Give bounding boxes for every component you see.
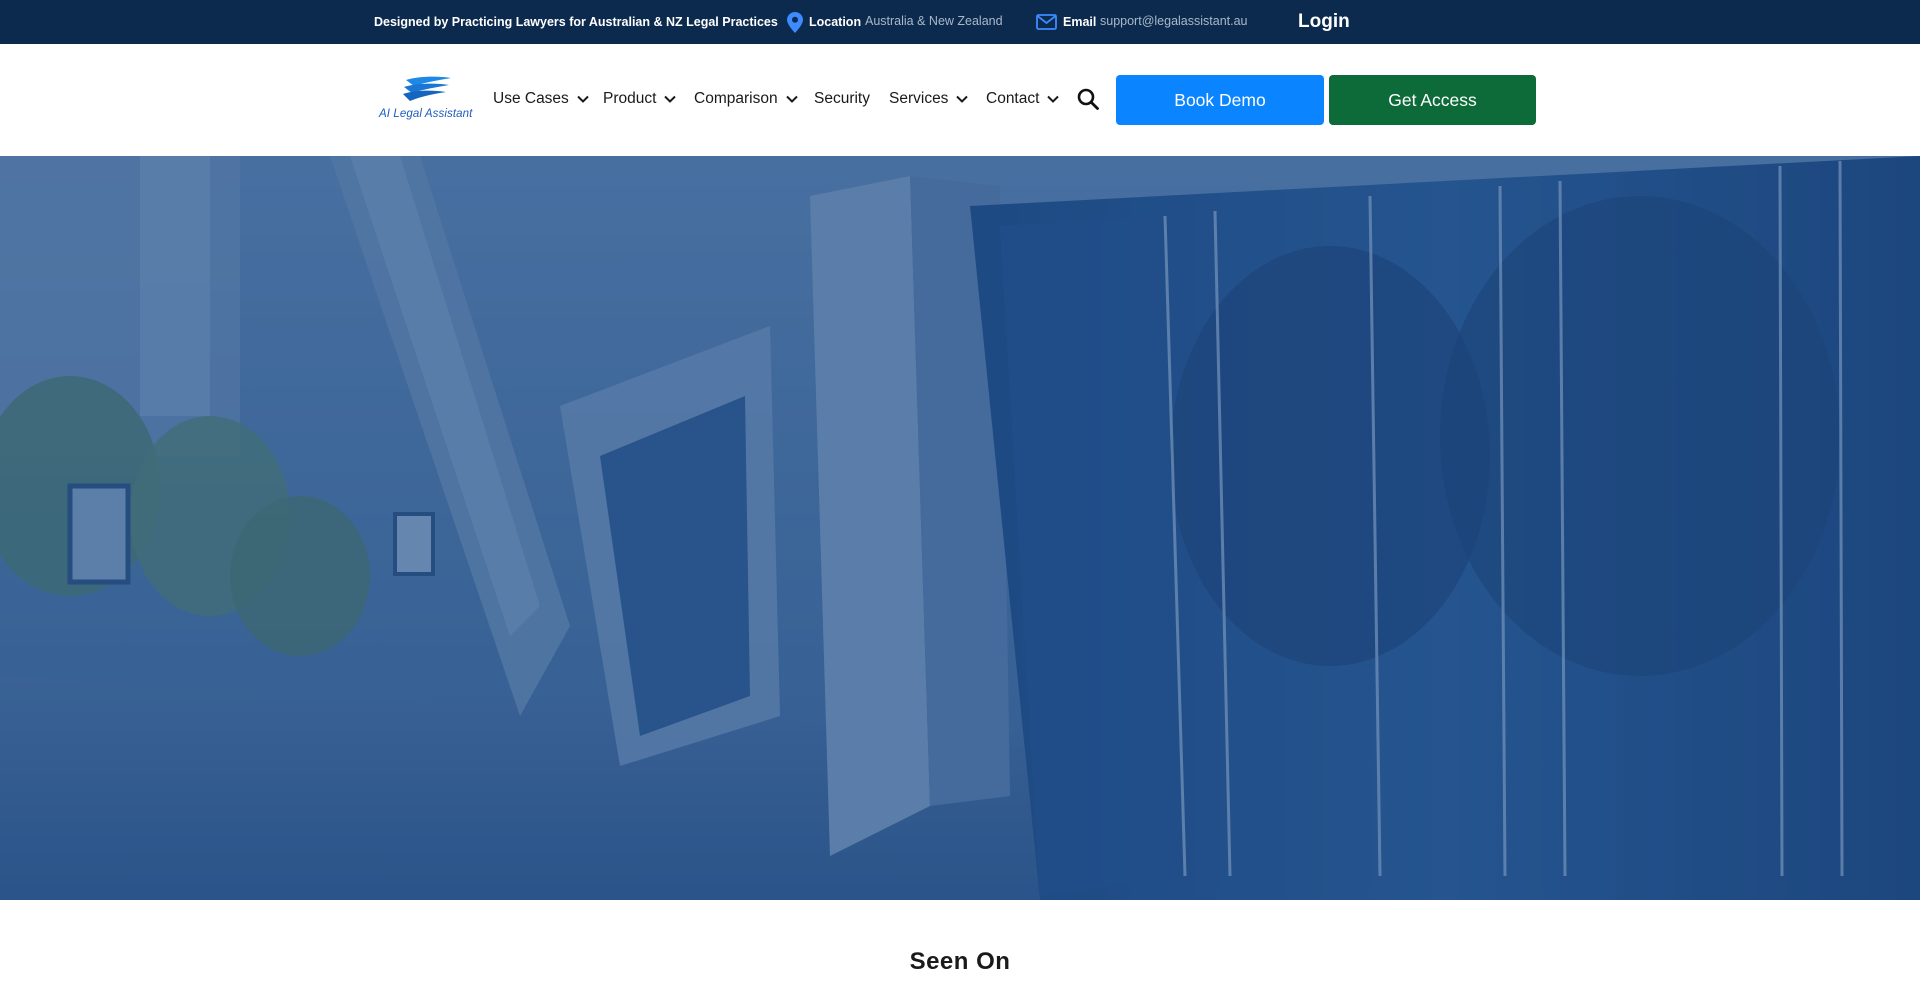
logo[interactable]: AI Legal Assistant bbox=[378, 76, 480, 124]
envelope-icon bbox=[1036, 14, 1057, 30]
nav-contact[interactable]: Contact bbox=[986, 88, 1060, 110]
nav-services[interactable]: Services bbox=[889, 88, 969, 110]
nav-label: Security bbox=[814, 90, 870, 107]
nav-label: Comparison bbox=[694, 90, 778, 107]
nav-label: Product bbox=[603, 90, 657, 107]
nav-label: Use Cases bbox=[493, 90, 569, 107]
email-link[interactable]: support@legalassistant.au bbox=[1100, 14, 1248, 28]
tagline: Designed by Practicing Lawyers for Austr… bbox=[374, 15, 778, 29]
nav-comparison[interactable]: Comparison bbox=[694, 88, 798, 110]
nav-product[interactable]: Product bbox=[603, 88, 677, 110]
chevron-down-icon bbox=[577, 95, 589, 103]
email-title: Email bbox=[1063, 15, 1097, 29]
chevron-down-icon bbox=[1047, 95, 1060, 103]
hero-background-image bbox=[0, 156, 1920, 900]
get-access-button[interactable]: Get Access bbox=[1329, 75, 1536, 125]
login-link[interactable]: Login bbox=[1298, 11, 1350, 33]
chevron-down-icon bbox=[956, 95, 969, 103]
seen-on-heading: Seen On bbox=[909, 948, 1011, 975]
top-info-bar: Designed by Practicing Lawyers for Austr… bbox=[0, 0, 1920, 44]
chevron-down-icon bbox=[664, 95, 677, 103]
search-icon[interactable] bbox=[1077, 88, 1099, 110]
book-demo-button[interactable]: Book Demo bbox=[1116, 75, 1324, 125]
hero-building-illustration bbox=[0, 156, 1920, 900]
logo-text: AI Legal Assistant bbox=[379, 108, 473, 120]
chevron-down-icon bbox=[785, 95, 798, 103]
nav-use-cases[interactable]: Use Cases bbox=[493, 88, 589, 110]
nav-security[interactable]: Security bbox=[814, 88, 870, 110]
nav-label: Contact bbox=[986, 90, 1040, 107]
logo-wings-icon bbox=[403, 76, 451, 101]
map-pin-icon bbox=[787, 12, 803, 33]
nav-label: Services bbox=[889, 90, 949, 107]
site-header: AI Legal Assistant Use Cases Product Com… bbox=[0, 44, 1920, 156]
location-value: Australia & New Zealand bbox=[865, 14, 1003, 28]
location-title: Location bbox=[809, 15, 862, 29]
